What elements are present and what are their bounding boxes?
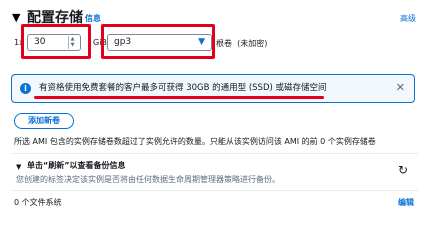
highlight-underline [34,96,324,99]
edit-button[interactable]: 编辑 [398,197,414,208]
refresh-icon[interactable]: ↻ [398,163,408,177]
backup-title: 单击“刷新”以查看备份信息 [27,161,126,170]
divider [11,153,418,154]
info-link[interactable]: 信息 [85,13,101,24]
encryption-status: (未加密) [237,39,268,48]
divider [11,190,418,191]
advanced-link[interactable]: 高级 [400,13,416,24]
alert-text: 有资格使用免费套餐的客户最多可获得 30GB 的通用型 (SSD) 或磁存储空间 [39,83,327,93]
highlight-box-size [21,24,91,59]
filesystem-count: 0 个文件系统 [14,198,62,207]
add-volume-button[interactable]: 添加新卷 [14,113,74,129]
collapse-caret-icon[interactable]: ▼ [16,163,21,171]
collapse-caret-icon[interactable]: ▼ [12,11,20,25]
highlight-box-type [101,24,215,59]
volume-label: 根卷 (未加密) [216,38,267,49]
root-volume-text: 根卷 [216,39,232,48]
ami-description: 所选 AMI 包含的实例存储卷数超过了实例允许的数量。只能从该实例访问该 AMI… [14,137,376,146]
backup-description: 您创建的标签决定该实例是否将由任何数据生命周期管理器策略进行备份。 [16,175,280,184]
info-icon: i [20,83,31,94]
close-icon[interactable]: ✕ [396,81,405,94]
